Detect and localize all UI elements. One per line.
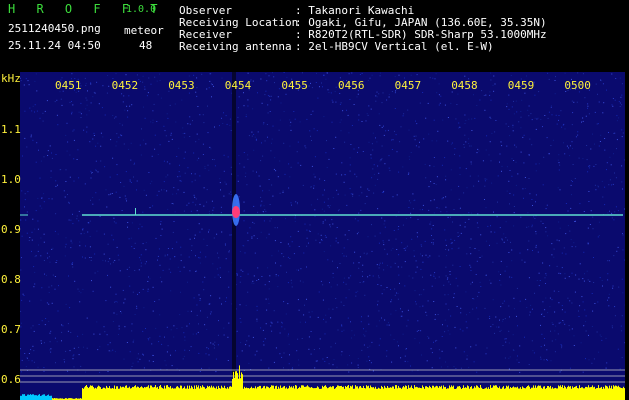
x-tick-label: 0458 <box>451 79 478 92</box>
x-tick-label: 0459 <box>507 79 535 92</box>
spectrogram-panel <box>20 72 625 400</box>
x-tick-label: 0500 <box>564 79 591 92</box>
spectrogram-canvas <box>20 72 625 400</box>
x-tick-label: 0451 <box>55 79 82 92</box>
y-tick-label: 1.0 <box>1 173 21 186</box>
y-tick-label: 0.7 <box>1 323 21 336</box>
app-version: 1.0.0 <box>126 4 157 15</box>
capture-datetime: 25.11.24 04:50 <box>8 39 101 52</box>
trace-spike <box>135 208 136 215</box>
x-tick-label: 0453 <box>168 79 195 92</box>
image-filename: 2511240450.png <box>8 22 101 35</box>
x-tick-label: 0457 <box>394 79 422 92</box>
y-tick-label: 0.9 <box>1 223 21 236</box>
detection-count: 48 <box>139 39 153 52</box>
meteor-echo-core <box>232 206 240 218</box>
y-axis-unit: kHz <box>1 72 21 85</box>
x-tick-label: 0455 <box>281 79 308 92</box>
header-panel: H R O F F T 1.0.0 2511240450.png meteor … <box>0 0 629 72</box>
antenna-value: : 2el-HB9CV Vertical (el. E-W) <box>295 40 494 53</box>
detection-label: meteor <box>124 24 164 37</box>
x-tick-label: 0456 <box>338 79 365 92</box>
y-tick-label: 1.1 <box>1 123 21 136</box>
y-tick-label: 0.8 <box>1 273 21 286</box>
antenna-label: Receiving antenna <box>179 40 292 53</box>
x-tick-label: 0452 <box>111 79 139 92</box>
y-tick-label: 0.6 <box>1 373 21 386</box>
x-tick-label: 0454 <box>224 79 252 92</box>
